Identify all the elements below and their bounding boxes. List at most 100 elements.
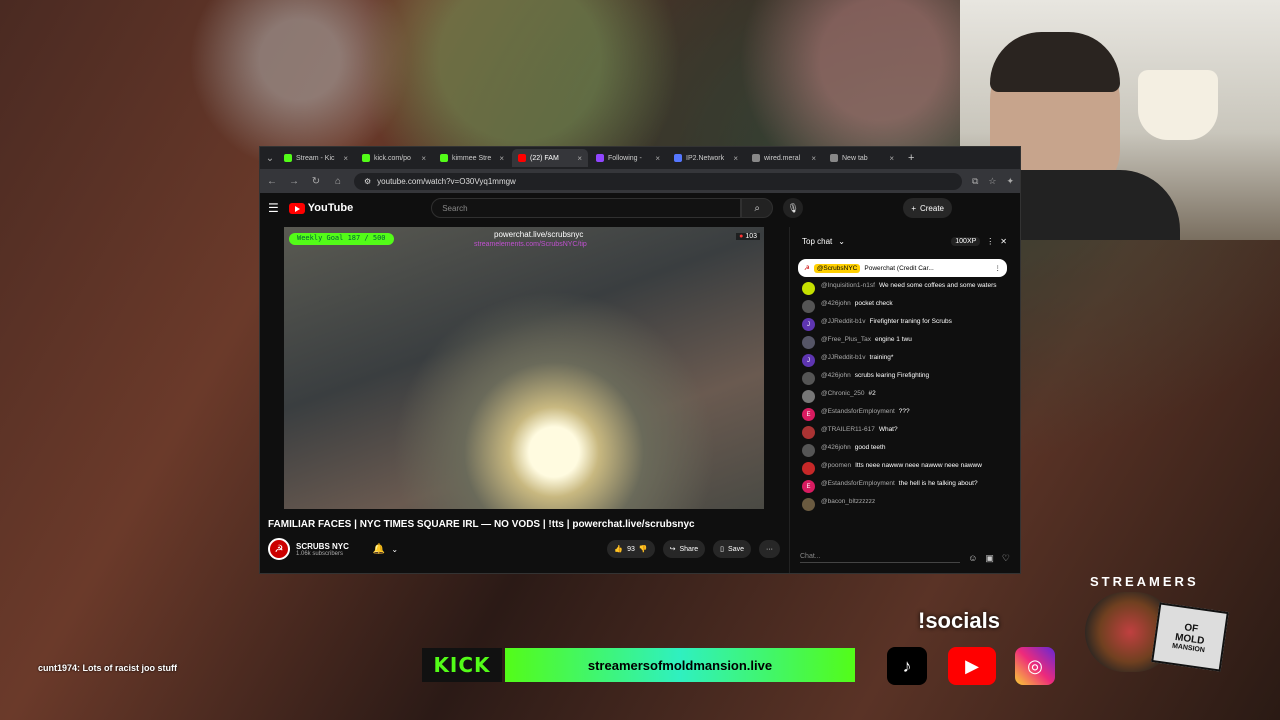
chat-avatar[interactable] [802,336,815,349]
chat-username[interactable]: @poomen [821,462,851,469]
more-options-icon[interactable]: ⋮ [995,264,1002,272]
chat-text: What? [878,426,898,433]
chat-avatar[interactable] [802,444,815,457]
tab-search-icon[interactable]: ⌄ [264,153,276,164]
close-tab-icon[interactable]: × [655,154,660,163]
pinned-user: @ScrubsNYC [813,263,861,273]
chat-avatar[interactable]: E [802,480,815,493]
browser-tab[interactable]: wired.meral × [746,149,822,167]
chat-username[interactable]: @EstandsforEmployment [821,480,895,487]
url-field[interactable]: ⚙ youtube.com/watch?v=O30Vyq1mmgw [354,172,962,190]
chat-message: @bacon_bltzzzzzz [802,498,1007,511]
youtube-logo[interactable]: YouTube [288,202,353,214]
close-tab-icon[interactable]: × [811,154,816,163]
extensions-icon[interactable]: ✦ [1006,176,1014,187]
chat-message-body: @bacon_bltzzzzzz [821,498,879,505]
browser-tab[interactable]: Following - × [590,149,666,167]
close-icon[interactable]: ✕ [1000,237,1007,246]
hammer-sickle-icon: ☭ [804,265,810,272]
chat-username[interactable]: @Inquisition1-n1sf [821,282,875,289]
chat-username[interactable]: @426john [821,444,851,451]
chat-avatar[interactable] [802,300,815,313]
chat-avatar[interactable] [802,426,815,439]
install-icon[interactable]: ⧉ [972,176,978,187]
youtube-icon: ▶ [948,647,996,685]
xp-badge[interactable]: 100XP [951,236,981,246]
chat-message-body: @426john scrubs learing Firefighting [821,372,929,379]
save-button[interactable]: ▯ Save [713,540,751,558]
chat-username[interactable]: @TRAILER11-617 [821,426,875,433]
chat-username[interactable]: @JJReddit-b1v [821,354,866,361]
chat-avatar[interactable] [802,498,815,511]
weekly-goal-badge: Weekly Goal 187 / 500 [289,233,394,245]
chat-username[interactable]: @JJReddit-b1v [821,318,866,325]
heart-icon[interactable]: ♡ [1002,553,1010,564]
close-tab-icon[interactable]: × [577,154,582,163]
search-icon[interactable]: ⌕ [741,198,774,218]
close-tab-icon[interactable]: × [343,154,348,163]
chat-message-body: @JJReddit-b1v training* [821,354,893,361]
chat-username[interactable]: @EstandsforEmployment [821,408,895,415]
close-tab-icon[interactable]: × [499,154,504,163]
chat-text: scrubs learing Firefighting [854,372,930,379]
bell-icon[interactable]: 🔔 [373,544,385,555]
chat-avatar[interactable] [802,462,815,475]
bookmark-star-icon[interactable]: ☆ [988,176,996,187]
back-icon[interactable]: ← [266,176,278,187]
chat-username[interactable]: @bacon_bltzzzzzz [821,498,875,505]
new-tab-button[interactable]: + [902,152,920,164]
create-button[interactable]: + Create [903,198,952,218]
chat-avatar[interactable]: J [802,354,815,367]
twitch-favicon-icon [596,154,604,162]
chevron-down-icon[interactable]: ⌄ [838,237,845,246]
chat-username[interactable]: @426john [821,300,851,307]
forward-icon[interactable]: → [288,176,300,187]
bookmark-icon: ▯ [720,546,725,553]
viewer-count: ● 103 [736,233,760,240]
share-icon: ↪ [669,546,676,553]
site-info-icon[interactable]: ⚙ [364,177,371,186]
pinned-message[interactable]: ☭ @ScrubsNYC Powerchat (Credit Car... ⋮ [798,259,1007,277]
chat-text: good teeth [854,444,886,451]
microphone-icon[interactable]: 🎙 [783,198,804,218]
chat-input[interactable]: Chat... [800,553,961,563]
chat-avatar[interactable] [802,372,815,385]
chat-username[interactable]: @426john [821,372,851,379]
channel-avatar[interactable]: ☭ [268,538,290,560]
super-chat-icon[interactable]: ▣ [985,553,994,564]
close-tab-icon[interactable]: × [889,154,894,163]
emoji-icon[interactable]: ☺ [968,553,977,563]
chevron-down-icon[interactable]: ⌄ [391,545,398,554]
browser-tab[interactable]: New tab × [824,149,900,167]
channel-name[interactable]: SCRUBS NYC [296,542,349,551]
chat-avatar[interactable] [802,282,815,295]
home-icon[interactable]: ⌂ [332,176,344,187]
chat-message-body: @Free_Plus_Tax engine 1 twu [821,336,912,343]
close-tab-icon[interactable]: × [733,154,738,163]
top-chat-dropdown[interactable]: Top chat [802,237,832,246]
youtube-play-icon [288,202,305,214]
browser-tab-active[interactable]: (22) FAM × [512,149,588,167]
video-player[interactable]: Weekly Goal 187 / 500 powerchat.live/scr… [284,227,764,509]
like-button[interactable]: 👍 93 👎 [607,540,655,558]
browser-tab[interactable]: kick.com/po × [356,149,432,167]
kick-favicon-icon [284,154,292,162]
chat-text: #2 [868,390,876,397]
browser-tab[interactable]: IP2.Network × [668,149,744,167]
hamburger-menu-icon[interactable]: ☰ [268,201,279,215]
chat-avatar[interactable]: J [802,318,815,331]
chat-avatar[interactable]: E [802,408,815,421]
close-tab-icon[interactable]: × [421,154,426,163]
browser-tab[interactable]: kimmee Stre × [434,149,510,167]
chat-username[interactable]: @Chronic_250 [821,390,864,397]
share-button[interactable]: ↪ Share [662,540,706,558]
search-input[interactable]: Search [431,198,742,218]
more-actions-button[interactable]: ··· [759,540,780,558]
reload-icon[interactable]: ↻ [310,176,322,187]
more-options-icon[interactable]: ⋮ [986,237,994,246]
chat-message: @426john pocket check [802,300,1007,313]
chat-username[interactable]: @Free_Plus_Tax [821,336,871,343]
browser-tab[interactable]: Stream - Kic × [278,149,354,167]
chat-avatar[interactable] [802,390,815,403]
thumbs-down-icon[interactable]: 👎 [639,545,648,553]
